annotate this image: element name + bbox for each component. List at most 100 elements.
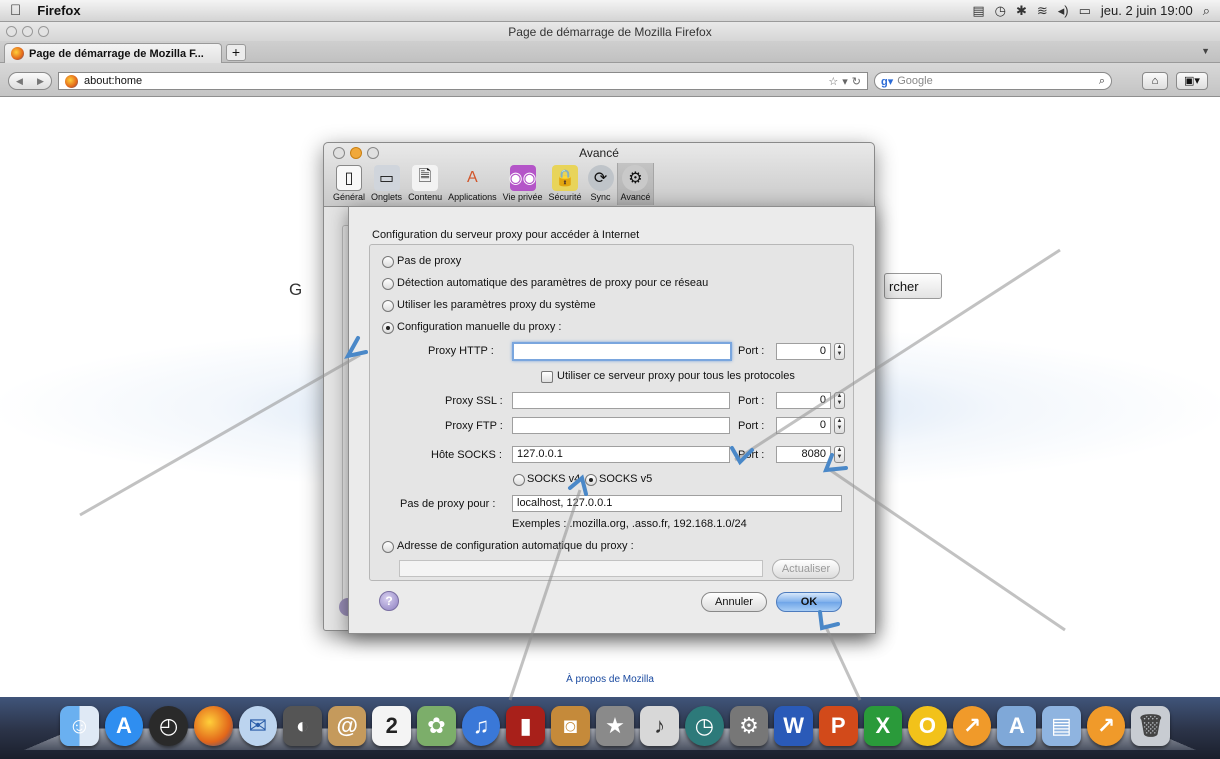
pane-content[interactable]: 🗎 Contenu: [405, 163, 445, 205]
radio-system-proxy[interactable]: [382, 300, 394, 312]
app-menu-firefox[interactable]: Firefox: [37, 3, 80, 18]
home-button[interactable]: ⌂: [1142, 72, 1168, 90]
ssl-port-input[interactable]: 0: [776, 392, 831, 409]
contacts-icon[interactable]: @: [327, 706, 367, 746]
wifi-icon[interactable]: ≋: [1037, 3, 1048, 19]
help-button[interactable]: ?: [379, 591, 399, 611]
ftp-port-stepper[interactable]: ▲ ▼: [834, 417, 845, 434]
time-machine-icon[interactable]: ◷: [995, 3, 1006, 19]
google-search-button[interactable]: rcher: [884, 273, 942, 299]
imovie-icon[interactable]: ★: [595, 706, 635, 746]
pane-general[interactable]: ▯ Général: [330, 163, 368, 205]
http-port-stepper[interactable]: ▲ ▼: [834, 343, 845, 360]
addons-menu-button[interactable]: ▣▾: [1176, 72, 1208, 90]
system-preferences-icon[interactable]: ⚙: [729, 706, 769, 746]
bookmark-star-icon[interactable]: ☆: [828, 75, 838, 88]
app-store-icon[interactable]: A: [104, 706, 144, 746]
downloads-icon[interactable]: ↗: [952, 706, 992, 746]
about-mozilla-link[interactable]: À propos de Mozilla: [0, 674, 1220, 685]
pane-applications[interactable]: A Applications: [445, 163, 500, 205]
ftp-proxy-input[interactable]: [512, 417, 730, 434]
socks-port-stepper[interactable]: ▲ ▼: [834, 446, 845, 463]
menu-extras-icon[interactable]: ▤: [972, 3, 984, 19]
bluetooth-icon[interactable]: ✱: [1016, 3, 1027, 19]
privacy-mask-icon: ◉◉: [509, 165, 537, 191]
mail-icon[interactable]: ✉: [238, 706, 278, 746]
pane-advanced[interactable]: ⚙ Avancé: [616, 163, 655, 205]
pane-security[interactable]: 🔒 Sécurité: [545, 163, 584, 205]
powerpoint-icon[interactable]: P: [818, 706, 858, 746]
spotlight-icon[interactable]: ⌕: [1203, 3, 1210, 19]
openoffice-icon[interactable]: O: [908, 706, 947, 746]
applications-folder-icon[interactable]: A: [997, 706, 1037, 746]
downloads-stack-icon[interactable]: ↗: [1086, 706, 1126, 746]
socks-port-input[interactable]: 8080: [776, 446, 831, 463]
garageband-icon[interactable]: ♪: [640, 706, 679, 746]
dashboard-icon[interactable]: ◴: [149, 706, 188, 746]
search-bar[interactable]: g▾ Google ⌕: [874, 72, 1112, 90]
new-tab-button[interactable]: +: [226, 44, 246, 61]
apple-menu-icon[interactable]: : [10, 2, 21, 19]
history-dropdown-icon[interactable]: ▾: [842, 75, 848, 88]
ok-button[interactable]: OK: [776, 592, 842, 612]
minimize-window-button[interactable]: [22, 26, 33, 37]
no-proxy-for-input[interactable]: localhost, 127.0.0.1: [512, 495, 842, 512]
radio-socks-v5[interactable]: [585, 474, 597, 486]
pane-label: Sync: [590, 192, 611, 202]
search-icon[interactable]: ⌕: [1099, 75, 1105, 88]
radio-manual-proxy[interactable]: [382, 322, 394, 334]
google-logo: G: [289, 280, 303, 299]
radio-socks-v4[interactable]: [513, 474, 525, 486]
ftp-port-input[interactable]: 0: [776, 417, 831, 434]
http-port-input[interactable]: 0: [776, 343, 831, 360]
tab-home[interactable]: Page de démarrage de Mozilla F...: [4, 43, 222, 63]
front-row-icon[interactable]: ▮: [506, 706, 546, 746]
pane-sync[interactable]: ⟳ Sync: [585, 163, 617, 205]
trash-icon[interactable]: 🗑: [1131, 706, 1171, 746]
socks-host-label: Hôte SOCKS :: [431, 449, 502, 461]
radio-no-proxy[interactable]: [382, 256, 394, 268]
same-proxy-checkbox[interactable]: [541, 371, 553, 383]
word-icon[interactable]: W: [774, 706, 813, 746]
itunes-icon[interactable]: ♫: [461, 706, 501, 746]
forward-arrow-icon[interactable]: ▶: [37, 76, 44, 87]
reload-icon[interactable]: ↻: [852, 75, 861, 88]
ssl-proxy-input[interactable]: [512, 392, 730, 409]
navigation-toolbar: ◀ ▶ about:home ☆ ▾ ↻ g▾ Google ⌕ ⌂ ▣▾: [0, 63, 1220, 97]
close-window-button[interactable]: [6, 26, 17, 37]
radio-auto-detect[interactable]: [382, 278, 394, 290]
calendar-icon[interactable]: 2: [372, 706, 412, 746]
volume-icon[interactable]: ◂): [1058, 3, 1069, 19]
back-arrow-icon[interactable]: ◀: [16, 76, 23, 87]
cancel-button[interactable]: Annuler: [701, 592, 767, 612]
ftp-proxy-label: Proxy FTP :: [445, 420, 503, 432]
search-engine-placeholder: Google: [897, 75, 933, 87]
menu-bar:  Firefox ▤ ◷ ✱ ≋ ◂) ▭ jeu. 2 juin 19:00…: [0, 0, 1220, 22]
zoom-window-button[interactable]: [38, 26, 49, 37]
http-proxy-input[interactable]: [512, 342, 732, 361]
finder-icon[interactable]: ☺: [60, 706, 99, 746]
tab-list-chevron-icon[interactable]: ▼: [1201, 46, 1210, 56]
general-icon: ▯: [336, 165, 363, 191]
ssl-port-stepper[interactable]: ▲ ▼: [834, 392, 845, 409]
firefox-icon[interactable]: [193, 706, 233, 746]
facetime-icon[interactable]: ◐: [283, 706, 322, 746]
url-bar[interactable]: about:home ☆ ▾ ↻: [58, 72, 868, 90]
no-proxy-examples: Exemples : .mozilla.org, .asso.fr, 192.1…: [512, 518, 747, 530]
excel-icon[interactable]: X: [863, 706, 903, 746]
battery-icon[interactable]: ▭: [1079, 3, 1091, 19]
no-proxy-for-label: Pas de proxy pour :: [400, 498, 496, 510]
time-machine-icon[interactable]: ◷: [684, 706, 724, 746]
socks-host-input[interactable]: 127.0.0.1: [512, 446, 730, 463]
google-engine-icon[interactable]: g▾: [881, 75, 893, 88]
sync-icon: ⟳: [587, 165, 614, 191]
menubar-clock[interactable]: jeu. 2 juin 19:00: [1101, 3, 1193, 18]
radio-pac-url[interactable]: [382, 541, 394, 553]
photo-booth-icon[interactable]: ◙: [551, 706, 590, 746]
pane-tabs[interactable]: ▭ Onglets: [368, 163, 405, 205]
reload-pac-button[interactable]: Actualiser: [772, 559, 840, 579]
iphoto-icon[interactable]: ✿: [417, 706, 456, 746]
documents-folder-icon[interactable]: ▤: [1042, 706, 1081, 746]
pane-privacy[interactable]: ◉◉ Vie privée: [500, 163, 546, 205]
pac-url-input[interactable]: [399, 560, 763, 577]
